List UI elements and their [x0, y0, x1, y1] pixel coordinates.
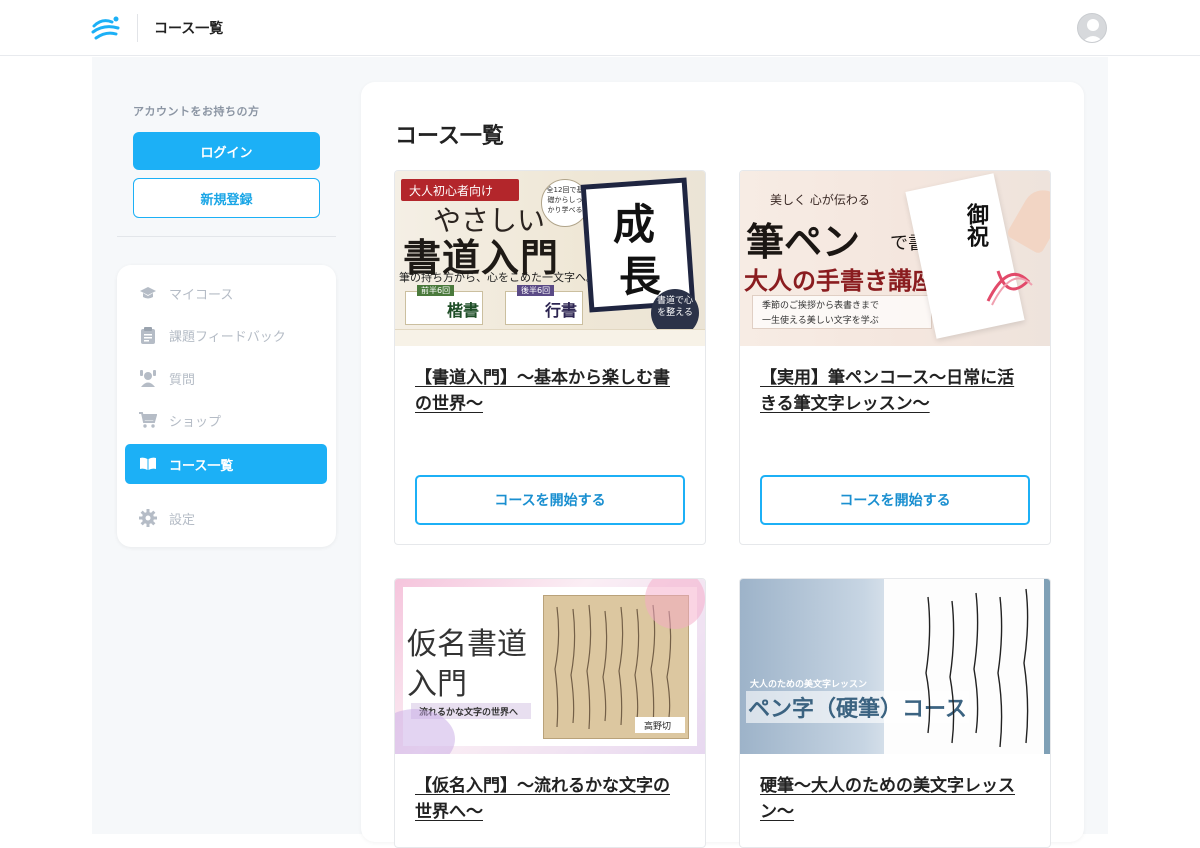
thumb-line1: 筆ペン: [746, 219, 861, 264]
thumb-box1-label: 前半6回: [417, 285, 455, 296]
question-person-icon: [139, 369, 157, 387]
thumb-box1-text: 楷書: [447, 301, 480, 320]
top-header: コース一覧: [0, 0, 1200, 56]
thumb-sub2: 一生使える美しい文字を学ぶ: [762, 316, 879, 326]
sidebar-item-label: 課題フィードバック: [169, 329, 286, 345]
thumb-badge: 大人初心者向け: [409, 184, 494, 198]
course-card: 美しく 心が伝わる 筆ペン で書く 大人の手書き講座 季節のご挨拶から表書きまで…: [739, 170, 1051, 545]
thumb-line1: 仮名書道: [407, 627, 527, 662]
thumb-sub1: 季節のご挨拶から表書きまで: [762, 301, 880, 311]
thumb-tag: 高野切: [644, 722, 672, 732]
page-title: コース一覧: [395, 124, 504, 149]
gear-icon: [139, 509, 157, 527]
sidebar-item-label: コース一覧: [169, 458, 234, 474]
sidebar-nav: マイコース 課題フィードバック 質問 ショップ コース一覧 設定: [117, 265, 336, 547]
sidebar-item-course-list[interactable]: コース一覧: [125, 444, 327, 484]
login-button[interactable]: ログイン: [133, 132, 320, 170]
course-title-link[interactable]: 【書道入門】～基本から楽しむ書の世界～: [415, 365, 685, 417]
course-thumbnail[interactable]: 大人のための美文字レッスン ペン字（硬筆）コース: [740, 579, 1050, 754]
thumb-stamp: 書道で心を整える: [657, 296, 694, 318]
course-card: 大人初心者向け やさしい 書道入門 筆の持ち方から、心をこめた一文字へ。 全12…: [394, 170, 706, 545]
course-card: 仮名書道 入門 流れるかな文字の世界へ 高野切 【仮名入門】～流れるかな文字の世…: [394, 578, 706, 848]
thumb-small: 大人のための美文字レッスン: [750, 680, 868, 690]
sidebar-item-label: マイコース: [169, 287, 234, 303]
thumb-circle-text: 全12回で基礎からしっかり学べる: [546, 186, 584, 214]
course-card: 大人のための美文字レッスン ペン字（硬筆）コース 硬筆～大人のための美文字レッス…: [739, 578, 1051, 848]
thumb-top: 美しく 心が伝わる: [770, 193, 870, 207]
avatar-person-icon: [1082, 19, 1104, 42]
sidebar-separator: [117, 236, 336, 237]
page-margin-right: [1108, 57, 1200, 834]
start-course-button[interactable]: コースを開始する: [415, 475, 685, 525]
thumb-sub: 筆の持ち方から、心をこめた一文字へ。: [399, 271, 597, 284]
header-title: コース一覧: [154, 21, 224, 37]
course-thumbnail[interactable]: 大人初心者向け やさしい 書道入門 筆の持ち方から、心をこめた一文字へ。 全12…: [395, 171, 705, 346]
register-button[interactable]: 新規登録: [133, 178, 320, 218]
thumb-card-text: 御祝: [963, 203, 989, 247]
course-thumbnail[interactable]: 仮名書道 入門 流れるかな文字の世界へ 高野切: [395, 579, 705, 754]
thumb-big-char-2: 長: [619, 252, 662, 301]
thumb-box2-text: 行書: [545, 301, 578, 320]
course-title-link[interactable]: 硬筆～大人のための美文字レッスン～: [760, 773, 1030, 825]
thumb-line2: 入門: [407, 667, 467, 702]
graduation-cap-icon: [139, 284, 157, 302]
sidebar-item-my-courses[interactable]: マイコース: [125, 273, 327, 313]
start-course-button[interactable]: コースを開始する: [760, 475, 1030, 525]
user-avatar[interactable]: [1077, 13, 1107, 43]
brand-logo-icon[interactable]: [90, 14, 122, 42]
thumb-line2: 大人の手書き講座: [744, 266, 936, 295]
mizuhiki-knot-icon: [986, 270, 1033, 306]
book-open-icon: [139, 455, 157, 473]
account-label: アカウントをお持ちの方: [133, 105, 260, 118]
header-divider: [137, 14, 138, 42]
cart-icon: [139, 411, 157, 429]
sidebar-item-feedback[interactable]: 課題フィードバック: [125, 315, 327, 355]
course-title-link[interactable]: 【仮名入門】～流れるかな文字の世界へ～: [415, 773, 685, 825]
sidebar-item-label: 質問: [169, 372, 196, 388]
clipboard-icon: [139, 326, 157, 344]
page-margin-left: [0, 57, 92, 834]
sidebar-item-shop[interactable]: ショップ: [125, 400, 327, 440]
handwriting-illustration: [925, 588, 1029, 748]
sidebar-item-label: 設定: [169, 512, 196, 528]
course-title-link[interactable]: 【実用】筆ペンコース～日常に活きる筆文字レッスン～: [760, 365, 1030, 417]
sidebar-item-label: ショップ: [169, 414, 222, 430]
sidebar-item-questions[interactable]: 質問: [125, 358, 327, 398]
course-thumbnail[interactable]: 美しく 心が伝わる 筆ペン で書く 大人の手書き講座 季節のご挨拶から表書きまで…: [740, 171, 1050, 346]
sidebar-item-settings[interactable]: 設定: [125, 498, 327, 538]
thumb-box2-label: 後半6回: [517, 285, 555, 296]
